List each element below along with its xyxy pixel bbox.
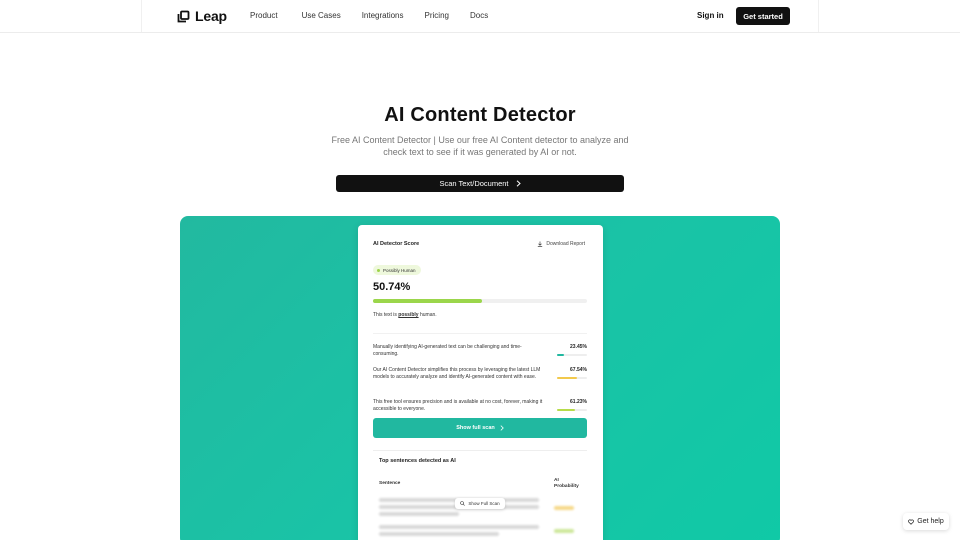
page-title: AI Content Detector xyxy=(384,104,576,126)
nav-container: Leap Product Use Cases Integrations Pric… xyxy=(141,0,819,32)
get-help-button[interactable]: Get help xyxy=(903,513,949,530)
top-nav: Leap Product Use Cases Integrations Pric… xyxy=(0,0,960,33)
logo-text: Leap xyxy=(195,8,227,24)
top-sentences-title: Top sentences detected as AI xyxy=(379,458,456,464)
nav-link-integrations[interactable]: Integrations xyxy=(362,11,404,20)
blurred-percent xyxy=(554,529,574,533)
leap-logo-icon xyxy=(177,10,190,22)
show-full-scan-overlay-button[interactable]: Show Full Scan xyxy=(455,498,505,509)
blurred-row xyxy=(379,525,539,529)
sentence-bar-fill xyxy=(557,377,578,379)
chevron-right-icon xyxy=(516,180,521,187)
badge-label: Possibly Human xyxy=(383,267,416,273)
blurred-row xyxy=(379,512,459,516)
score-bar xyxy=(373,299,587,303)
sentence-bar xyxy=(557,409,587,411)
sentence-bar xyxy=(557,354,587,356)
heart-icon xyxy=(908,519,915,525)
nav-links: Product Use Cases Integrations Pricing D… xyxy=(250,11,488,20)
show-full-scan-label: Show full scan xyxy=(456,425,495,431)
sentence-bar xyxy=(557,377,587,379)
score-bar-fill xyxy=(373,299,482,303)
score-value: 50.74% xyxy=(373,281,411,293)
nav-link-use-cases[interactable]: Use Cases xyxy=(302,11,341,20)
sentence-bar-fill xyxy=(557,409,576,411)
blurred-percent xyxy=(554,506,574,510)
get-help-label: Get help xyxy=(917,518,944,525)
nav-link-pricing[interactable]: Pricing xyxy=(425,11,449,20)
page-subtitle: Free AI Content Detector | Use our free … xyxy=(331,135,629,157)
sentence-percent: 61.23% xyxy=(570,399,587,405)
verdict-text: This text is possibly human. xyxy=(373,312,437,318)
logo[interactable]: Leap xyxy=(177,8,227,24)
download-report-button[interactable]: Download Report xyxy=(537,241,585,247)
column-header-probability: Probability xyxy=(554,484,579,489)
detector-result-card: AI Detector Score Download Report Possib… xyxy=(358,225,603,540)
sentence-text: This free tool ensures precision and is … xyxy=(373,399,543,412)
badge-dot-icon xyxy=(377,268,380,272)
show-full-scan-button[interactable]: Show full scan xyxy=(373,418,587,438)
divider xyxy=(373,333,587,334)
sign-in-link[interactable]: Sign in xyxy=(697,11,724,20)
verdict-word: possibly xyxy=(398,312,419,318)
status-badge: Possibly Human xyxy=(373,265,421,275)
show-full-scan-overlay-label: Show Full Scan xyxy=(468,501,500,506)
download-report-label: Download Report xyxy=(546,241,585,247)
chevron-right-icon xyxy=(500,425,504,431)
sentence-percent: 67.54% xyxy=(570,367,587,373)
get-started-button[interactable]: Get started xyxy=(736,7,790,25)
sentence-percent: 23.45% xyxy=(570,344,587,350)
verdict-suffix: human. xyxy=(418,312,437,318)
sentence-text: Our AI Content Detector simplifies this … xyxy=(373,367,541,380)
card-title: AI Detector Score xyxy=(373,241,420,247)
top-sentences-section: Top sentences detected as AI Sentence AI… xyxy=(373,450,587,540)
sentence-bar-fill xyxy=(557,354,565,356)
scan-text-label: Scan Text/Document xyxy=(439,179,509,188)
verdict-prefix: This text is xyxy=(373,312,399,318)
column-header-sentence: Sentence xyxy=(379,481,401,486)
nav-link-product[interactable]: Product xyxy=(250,11,278,20)
blurred-row xyxy=(379,532,499,536)
search-icon xyxy=(460,501,466,506)
download-icon xyxy=(538,241,543,247)
column-header-ai-probability: AI Probability xyxy=(554,478,579,490)
page: Leap Product Use Cases Integrations Pric… xyxy=(0,0,960,540)
scan-text-button[interactable]: Scan Text/Document xyxy=(336,175,624,192)
nav-link-docs[interactable]: Docs xyxy=(470,11,488,20)
sentence-text: Manually identifying AI-generated text c… xyxy=(373,344,522,357)
